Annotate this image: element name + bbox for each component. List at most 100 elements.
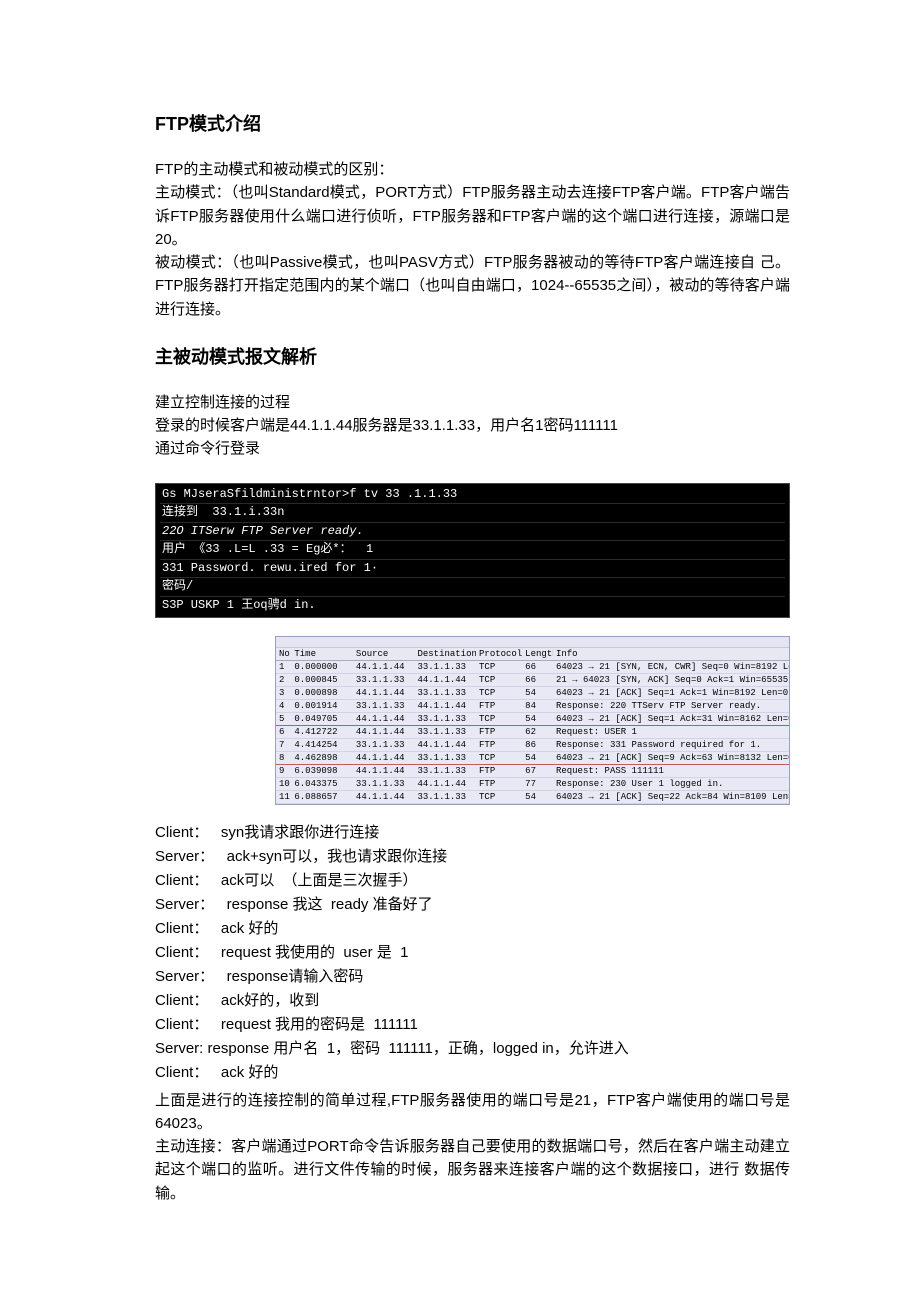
- packet-cell: 66: [522, 673, 553, 686]
- packet-cell: Response: 331 Password required for 1.: [553, 738, 789, 751]
- packet-cell: 0.049705: [291, 712, 353, 725]
- packet-cell: 33.1.1.33: [414, 725, 476, 738]
- packet-row: 64.41272244.1.1.4433.1.1.33FTP62Request:…: [276, 725, 789, 738]
- login-line-1: 建立控制连接的过程: [155, 391, 790, 414]
- dialog-block: Client： syn我请求跟你进行连接Server： ack+syn可以，我也…: [155, 821, 790, 1085]
- packet-cell: 66: [522, 660, 553, 673]
- packet-cell: 33.1.1.33: [353, 673, 415, 686]
- dialog-line: Server： response请输入密码: [155, 965, 790, 989]
- packet-cell: 44.1.1.44: [353, 660, 415, 673]
- packet-cell: 62: [522, 725, 553, 738]
- intro-block: FTP的主动模式和被动模式的区别： 主动模式：（也叫Standard模式，POR…: [155, 158, 790, 321]
- packet-cell: 44.1.1.44: [353, 751, 415, 764]
- col-info: Info: [553, 648, 789, 661]
- packet-row: 40.00191433.1.1.3344.1.1.44FTP84Response…: [276, 699, 789, 712]
- packet-cell: 4: [276, 699, 291, 712]
- tail-paragraph-2: 主动连接：客户端通过PORT命令告诉服务器自己要使用的数据端口号，然后在客户端主…: [155, 1135, 790, 1205]
- packet-row: 106.04337533.1.1.3344.1.1.44FTP77Respons…: [276, 777, 789, 790]
- packet-cell: 10: [276, 777, 291, 790]
- col-time: Time: [291, 648, 353, 661]
- packet-cell: Response: 230 User 1 logged in.: [553, 777, 789, 790]
- packet-filter-bar: [276, 637, 789, 648]
- packet-cell: 54: [522, 790, 553, 803]
- terminal-line: 22O ITSerw FTP Server ready.: [160, 523, 785, 542]
- packet-cell: 44.1.1.44: [353, 725, 415, 738]
- terminal-output: Gs MJseraSfildministrntor>f tv 33 .1.1.3…: [155, 483, 790, 618]
- intro-line-3: 被动模式：（也叫Passive模式，也叫PASV方式）FTP服务器被动的等待FT…: [155, 251, 790, 321]
- tail-paragraph-1: 上面是进行的连接控制的简单过程,FTP服务器使用的端口号是21，FTP客户端使用…: [155, 1089, 790, 1136]
- packet-header-row: No. Time Source Destination Protocol Len…: [276, 648, 789, 661]
- packet-cell: FTP: [476, 738, 522, 751]
- terminal-line: 连接到 33.1.i.33n: [160, 504, 785, 523]
- packet-cell: 44.1.1.44: [414, 673, 476, 686]
- packet-cell: TCP: [476, 712, 522, 725]
- packet-cell: 77: [522, 777, 553, 790]
- packet-cell: TCP: [476, 790, 522, 803]
- intro-line-1: FTP的主动模式和被动模式的区别：: [155, 158, 790, 181]
- packet-cell: Request: USER 1: [553, 725, 789, 738]
- packet-cell: 6: [276, 725, 291, 738]
- packet-cell: 33.1.1.33: [414, 712, 476, 725]
- document-page: FTP模式介绍 FTP的主动模式和被动模式的区别： 主动模式：（也叫Standa…: [0, 0, 920, 1305]
- terminal-line: 用户 《33 .L=L .33 = Eg必*： 1: [160, 541, 785, 560]
- terminal-line: S3P USKP 1 王oq骋d in.: [160, 597, 785, 615]
- packet-cell: 8: [276, 751, 291, 764]
- dialog-line: Server： ack+syn可以，我也请求跟你连接: [155, 845, 790, 869]
- packet-table: No. Time Source Destination Protocol Len…: [276, 648, 789, 804]
- login-line-2: 登录的时候客户端是44.1.1.44服务器是33.1.1.33，用户名1密码11…: [155, 414, 790, 437]
- packet-cell: 44.1.1.44: [414, 738, 476, 751]
- packet-cell: Request: PASS 111111: [553, 764, 789, 777]
- packet-cell: 0.000000: [291, 660, 353, 673]
- packet-row: 20.00084533.1.1.3344.1.1.44TCP6621 → 640…: [276, 673, 789, 686]
- dialog-line: Server： response 我这 ready 准备好了: [155, 893, 790, 917]
- packet-cell: 5: [276, 712, 291, 725]
- packet-cell: 21 → 64023 [SYN, ACK] Seq=0 Ack=1 Win=65…: [553, 673, 789, 686]
- packet-cell: 64023 → 21 [ACK] Seq=9 Ack=63 Win=8132 L…: [553, 751, 789, 764]
- packet-cell: 6.039098: [291, 764, 353, 777]
- packet-cell: 33.1.1.33: [414, 686, 476, 699]
- packet-cell: 0.000898: [291, 686, 353, 699]
- col-dst: Destination: [414, 648, 476, 661]
- terminal-line: 密码/: [160, 578, 785, 597]
- packet-cell: 44.1.1.44: [414, 777, 476, 790]
- packet-cell: 64023 → 21 [ACK] Seq=1 Ack=1 Win=8192 Le…: [553, 686, 789, 699]
- packet-cell: 33.1.1.33: [353, 738, 415, 751]
- dialog-line: Client： ack 好的: [155, 917, 790, 941]
- col-src: Source: [353, 648, 415, 661]
- terminal-line: 331 Password. rewu.ired for 1·: [160, 560, 785, 579]
- heading-ftp-intro: FTP模式介绍: [155, 110, 790, 136]
- packet-row: 116.08865744.1.1.4433.1.1.33TCP5464023 →…: [276, 790, 789, 803]
- packet-row: 96.03909844.1.1.4433.1.1.33FTP67Request:…: [276, 764, 789, 777]
- intro-line-2: 主动模式：（也叫Standard模式，PORT方式）FTP服务器主动去连接FTP…: [155, 181, 790, 251]
- packet-row: 50.04970544.1.1.4433.1.1.33TCP5464023 → …: [276, 712, 789, 725]
- packet-cell: FTP: [476, 777, 522, 790]
- dialog-line: Client： ack可以 （上面是三次握手）: [155, 869, 790, 893]
- packet-cell: 33.1.1.33: [414, 660, 476, 673]
- packet-cell: 4.462898: [291, 751, 353, 764]
- packet-cell: TCP: [476, 673, 522, 686]
- packet-cell: 33.1.1.33: [414, 751, 476, 764]
- packet-cell: 0.001914: [291, 699, 353, 712]
- packet-cell: 64023 → 21 [SYN, ECN, CWR] Seq=0 Win=819…: [553, 660, 789, 673]
- packet-cell: 33.1.1.33: [414, 764, 476, 777]
- packet-cell: 0.000845: [291, 673, 353, 686]
- dialog-line: Client： ack好的，收到: [155, 989, 790, 1013]
- packet-cell: 7: [276, 738, 291, 751]
- packet-cell: 67: [522, 764, 553, 777]
- dialog-line: Server: response 用户名 1，密码 111111，正确，logg…: [155, 1037, 790, 1061]
- packet-cell: 44.1.1.44: [353, 764, 415, 777]
- packet-cell: TCP: [476, 751, 522, 764]
- packet-cell: 11: [276, 790, 291, 803]
- packet-cell: FTP: [476, 699, 522, 712]
- packet-cell: 4.414254: [291, 738, 353, 751]
- terminal-line: Gs MJseraSfildministrntor>f tv 33 .1.1.3…: [160, 486, 785, 505]
- packet-cell: 86: [522, 738, 553, 751]
- packet-cell: 1: [276, 660, 291, 673]
- packet-cell: FTP: [476, 764, 522, 777]
- packet-cell: 54: [522, 712, 553, 725]
- packet-capture-panel: No. Time Source Destination Protocol Len…: [275, 636, 790, 805]
- packet-row: 10.00000044.1.1.4433.1.1.33TCP6664023 → …: [276, 660, 789, 673]
- packet-cell: 64023 → 21 [ACK] Seq=22 Ack=84 Win=8109 …: [553, 790, 789, 803]
- packet-cell: Response: 220 TTServ FTP Server ready.: [553, 699, 789, 712]
- packet-cell: 44.1.1.44: [353, 686, 415, 699]
